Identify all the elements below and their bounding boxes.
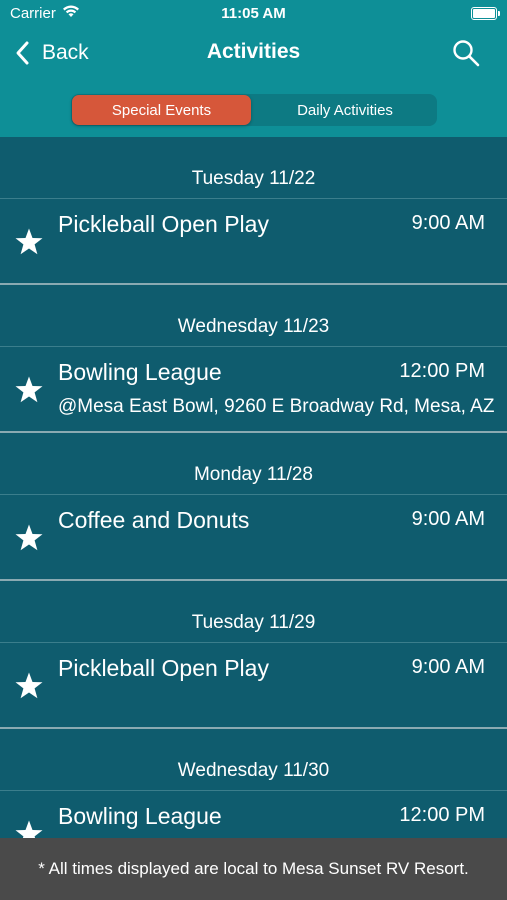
footer-note: * All times displayed are local to Mesa … <box>38 859 469 878</box>
star-icon[interactable] <box>14 227 44 257</box>
event-row[interactable]: Coffee and Donuts 9:00 AM <box>0 494 507 581</box>
event-row[interactable]: Bowling League 12:00 PM <box>0 790 507 838</box>
day-section: Tuesday 11/29 Pickleball Open Play 9:00 … <box>0 581 507 729</box>
event-row[interactable]: Bowling League 12:00 PM @Mesa East Bowl,… <box>0 346 507 433</box>
chevron-left-icon <box>16 41 29 65</box>
event-title: Coffee and Donuts <box>58 507 250 533</box>
day-section: Wednesday 11/30 Bowling League 12:00 PM <box>0 729 507 838</box>
search-icon[interactable] <box>451 38 481 68</box>
day-header: Wednesday 11/23 <box>177 316 330 337</box>
day-section: Tuesday 11/22 Pickleball Open Play 9:00 … <box>0 137 507 285</box>
back-button[interactable]: Back <box>12 38 89 68</box>
navigation-bar: Back Activities <box>0 28 507 80</box>
event-title: Bowling League <box>58 803 222 829</box>
segmented-control: Special Events Daily Activities <box>71 94 437 126</box>
event-time: 9:00 AM <box>411 656 485 678</box>
day-section: Monday 11/28 Coffee and Donuts 9:00 AM <box>0 433 507 581</box>
event-title: Pickleball Open Play <box>58 211 269 237</box>
status-time: 11:05 AM <box>221 5 286 22</box>
event-time: 12:00 PM <box>399 804 485 826</box>
day-header: Tuesday 11/29 <box>191 612 316 633</box>
timezone-footer: * All times displayed are local to Mesa … <box>0 838 507 900</box>
back-label: Back <box>42 41 89 64</box>
tab-bar: Special Events Daily Activities <box>0 80 507 137</box>
event-time: 9:00 AM <box>411 508 485 530</box>
event-time: 12:00 PM <box>399 360 485 382</box>
star-icon[interactable] <box>14 523 44 553</box>
event-title: Bowling League <box>58 359 222 385</box>
star-icon[interactable] <box>14 375 44 405</box>
event-title: Pickleball Open Play <box>58 655 269 681</box>
activities-list[interactable]: Tuesday 11/22 Pickleball Open Play 9:00 … <box>0 137 507 838</box>
star-icon[interactable] <box>14 671 44 701</box>
day-section: Wednesday 11/23 Bowling League 12:00 PM … <box>0 285 507 433</box>
status-bar: Carrier 11:05 AM <box>0 0 507 28</box>
battery-icon <box>471 7 500 20</box>
event-row[interactable]: Pickleball Open Play 9:00 AM <box>0 198 507 285</box>
day-header: Wednesday 11/30 <box>177 760 330 781</box>
day-header: Monday 11/28 <box>193 464 313 485</box>
tab-special-events[interactable]: Special Events <box>72 95 251 125</box>
event-row[interactable]: Pickleball Open Play 9:00 AM <box>0 642 507 729</box>
tab-daily-activities[interactable]: Daily Activities <box>255 95 435 125</box>
star-icon[interactable] <box>14 819 44 838</box>
day-header: Tuesday 11/22 <box>191 168 316 189</box>
event-location: @Mesa East Bowl, 9260 E Broadway Rd, Mes… <box>58 396 495 417</box>
event-time: 9:00 AM <box>411 212 485 234</box>
